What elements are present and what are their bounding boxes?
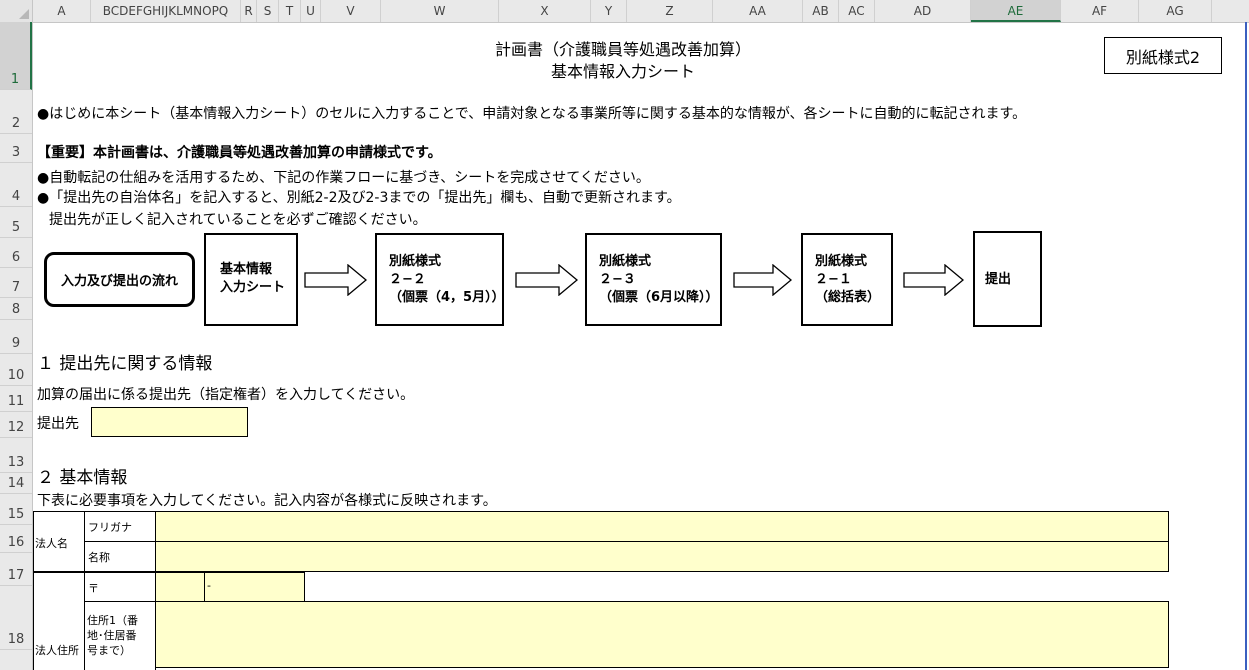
sheet-title-line2: 基本情報入力シート	[550, 62, 695, 81]
address1-label-line3: 号まで）	[87, 644, 131, 657]
column-header[interactable]: U	[301, 0, 321, 22]
row-header[interactable]: 13	[0, 438, 32, 473]
corp-name-input[interactable]	[155, 541, 1169, 572]
row-header[interactable]: 7	[0, 268, 32, 298]
postal-code-second-input[interactable]	[215, 572, 305, 602]
row-header[interactable]: 15	[0, 494, 32, 525]
column-header[interactable]: AD	[875, 0, 971, 22]
column-header[interactable]: AA	[713, 0, 803, 22]
form-number-box: 別紙様式2	[1104, 37, 1222, 74]
flow-label: 入力及び提出の流れ	[44, 252, 195, 307]
flow-step-form-2-3-line3: （個票（6月以降））	[599, 290, 719, 305]
column-header[interactable]: AB	[803, 0, 839, 22]
flow-step-form-2-3-line2: ２−３	[599, 272, 636, 287]
column-header-bar: A BCDEFGHIJKLMNOPQ R S T U V W X Y Z AA AB AC AD AE AF AG	[0, 0, 1249, 23]
flow-step-form-2-2-line2: ２−２	[389, 272, 426, 287]
note-submit-destination: ●「提出先の自治体名」を記入すると、別紙2-2及び2-3までの「提出先」欄も、自…	[37, 190, 681, 206]
row-header[interactable]: 5	[0, 207, 32, 238]
note-workflow: ●自動転記の仕組みを活用するため、下記の作業フローに基づき、シートを完成させてく…	[37, 170, 650, 186]
sheet-title-line1: 計画書（介護職員等処遇改善加算）	[494, 40, 751, 59]
column-header[interactable]: BCDEFGHIJKLMNOPQ	[91, 0, 241, 22]
flow-step-submit: 提出	[973, 231, 1042, 327]
important-notice: 【重要】本計画書は、介護職員等処遇改善加算の申請様式です。	[37, 145, 442, 161]
flow-step-form-2-2: 別紙様式 ２−２ （個票（4，5月））	[375, 233, 505, 326]
address1-label-line2: 地･住居番	[87, 629, 137, 642]
row-header[interactable]: 3	[0, 134, 32, 163]
postal-dash: -	[207, 579, 211, 592]
row-header-bar: 1 2 3 4 5 6 7 8 9 10 11 12 13 14 15 16 17 18	[0, 22, 33, 670]
furigana-input[interactable]	[155, 511, 1169, 542]
postal-label: 〒	[88, 582, 99, 595]
name-label: 名称	[88, 551, 110, 564]
postal-code-first-input[interactable]	[155, 572, 205, 602]
flow-arrow-1	[304, 264, 368, 296]
column-header[interactable]: Z	[627, 0, 713, 22]
section2-title: ２ 基本情報	[37, 468, 128, 488]
row-header[interactable]: 1	[0, 22, 32, 90]
row-header[interactable]: 16	[0, 525, 32, 553]
flow-step-form-2-2-line1: 別紙様式	[389, 254, 442, 269]
flow-step-submit-label: 提出	[985, 272, 1012, 287]
column-header[interactable]: S	[257, 0, 279, 22]
flow-step-form-2-1: 別紙様式 ２−１ （総括表）	[801, 233, 893, 326]
flow-step-form-2-3: 別紙様式 ２−３ （個票（6月以降））	[585, 233, 722, 326]
flow-step-form-2-1-line3: （総括表）	[815, 290, 881, 305]
flow-step-basic-info: 基本情報 入力シート	[204, 233, 298, 326]
row-header[interactable]: 2	[0, 90, 32, 134]
flow-arrow-2	[515, 264, 579, 296]
flow-arrow-3	[733, 264, 793, 296]
address1-label-line1: 住所1（番	[87, 614, 138, 627]
column-header[interactable]: AC	[839, 0, 875, 22]
column-header[interactable]: A	[33, 0, 91, 22]
column-header[interactable]: T	[279, 0, 301, 22]
corp-address-label: 法人住所	[35, 644, 79, 657]
flow-arrow-4	[903, 264, 965, 296]
corp-name-label: 法人名	[35, 537, 68, 550]
row-header[interactable]: 6	[0, 238, 32, 268]
section1-description: 加算の届出に係る提出先（指定権者）を入力してください。	[37, 387, 415, 403]
note-confirm: 提出先が正しく記入されていることを必ずご確認ください。	[49, 212, 427, 228]
flow-step-basic-info-line2: 入力シート	[220, 280, 286, 295]
row-header[interactable]: 18	[0, 586, 32, 650]
address1-input[interactable]	[155, 601, 1169, 668]
section1-title: １ 提出先に関する情報	[37, 354, 213, 374]
column-header[interactable]: AG	[1139, 0, 1212, 22]
row-header[interactable]: 11	[0, 386, 32, 412]
print-area-border	[1245, 22, 1247, 670]
furigana-label: フリガナ	[88, 521, 132, 534]
intro-text: ●はじめに本シート（基本情報入力シート）のセルに入力することで、申請対象となる事…	[37, 106, 1027, 122]
select-all-corner[interactable]	[0, 0, 33, 22]
row-header[interactable]: 9	[0, 320, 32, 354]
row-header[interactable]: 8	[0, 298, 32, 320]
flow-step-basic-info-line1: 基本情報	[220, 262, 273, 277]
column-header[interactable]: W	[381, 0, 499, 22]
column-header[interactable]: R	[241, 0, 257, 22]
row-header[interactable]: 12	[0, 412, 32, 438]
submit-to-input[interactable]	[91, 407, 248, 437]
flow-step-form-2-2-line3: （個票（4，5月））	[389, 290, 505, 305]
column-header[interactable]: Y	[591, 0, 627, 22]
column-header[interactable]: AF	[1061, 0, 1139, 22]
row-header[interactable]: 4	[0, 163, 32, 207]
flow-step-form-2-1-line1: 別紙様式	[815, 254, 868, 269]
submit-to-label: 提出先	[37, 416, 79, 432]
column-header[interactable]: X	[499, 0, 591, 22]
column-header[interactable]: V	[321, 0, 381, 22]
flow-step-form-2-3-line1: 別紙様式	[599, 254, 652, 269]
row-header[interactable]: 14	[0, 473, 32, 494]
flow-step-form-2-1-line2: ２−１	[815, 272, 852, 287]
row-header[interactable]: 17	[0, 553, 32, 586]
section2-description: 下表に必要事項を入力してください。記入内容が各様式に反映されます。	[37, 493, 497, 509]
row-header[interactable]: 10	[0, 354, 32, 386]
column-header[interactable]: AE	[971, 0, 1061, 22]
address1-label: 住所1（番 地･住居番 号まで）	[87, 613, 138, 658]
